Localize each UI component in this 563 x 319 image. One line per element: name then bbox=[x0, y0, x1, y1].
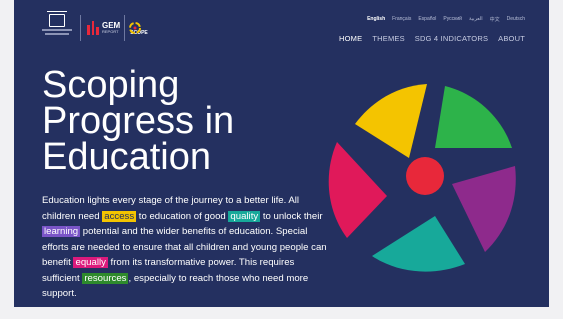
wheel-center-dot bbox=[406, 157, 444, 195]
scope-logo-icon bbox=[129, 22, 142, 34]
intro-text-2: to education of good bbox=[136, 210, 229, 222]
page-title: Scoping Progress in Education bbox=[42, 64, 292, 178]
gem-logo-icon bbox=[87, 21, 100, 35]
highlight-equally[interactable]: equally bbox=[73, 257, 108, 268]
highlight-quality[interactable]: quality bbox=[228, 210, 261, 222]
lang-arabic[interactable]: العربية bbox=[469, 16, 483, 23]
lang-russian[interactable]: Русский bbox=[443, 16, 462, 23]
wheel-segment-learning[interactable] bbox=[452, 166, 516, 252]
nav-home[interactable]: HOME bbox=[339, 34, 362, 43]
title-line-3: Education bbox=[42, 136, 212, 178]
wheel-segment-equally[interactable] bbox=[328, 142, 387, 238]
hero-banner: GEM REPORT SCOPE English Français Españo… bbox=[14, 0, 549, 307]
language-switcher: English Français Español Русский العربية… bbox=[367, 16, 525, 23]
logo-divider-2 bbox=[124, 15, 126, 41]
highlight-access[interactable]: access bbox=[102, 210, 137, 222]
highlight-resources[interactable]: resources bbox=[82, 272, 129, 284]
nav-themes[interactable]: THEMES bbox=[372, 34, 404, 43]
nav-sdg4-indicators[interactable]: SDG 4 INDICATORS bbox=[415, 34, 488, 43]
gem-logo[interactable]: GEM REPORT bbox=[102, 22, 120, 34]
lang-spanish[interactable]: Español bbox=[418, 16, 436, 23]
wheel-segment-resources[interactable] bbox=[435, 86, 512, 148]
intro-paragraph: Education lights every stage of the jour… bbox=[42, 193, 332, 302]
scope-wheel-graphic bbox=[328, 84, 516, 272]
lang-english[interactable]: English bbox=[367, 16, 385, 23]
title-line-2: Progress in bbox=[42, 100, 235, 142]
main-nav: HOME THEMES SDG 4 INDICATORS ABOUT bbox=[339, 34, 525, 43]
nav-about[interactable]: ABOUT bbox=[498, 34, 525, 43]
lang-chinese[interactable]: 中文 bbox=[490, 16, 500, 23]
wheel-segment-access[interactable] bbox=[355, 84, 427, 158]
unesco-logo[interactable] bbox=[40, 11, 74, 43]
logo-divider bbox=[80, 15, 81, 41]
lang-german[interactable]: Deutsch bbox=[507, 16, 525, 23]
highlight-learning[interactable]: learning bbox=[42, 226, 81, 237]
header-logos[interactable]: GEM REPORT SCOPE bbox=[40, 11, 148, 43]
wheel-segment-quality[interactable] bbox=[372, 216, 465, 272]
title-line-1: Scoping bbox=[42, 64, 180, 106]
intro-text-3: to unlock their bbox=[260, 210, 323, 222]
lang-french[interactable]: Français bbox=[392, 16, 411, 23]
gem-sublabel: REPORT bbox=[102, 29, 119, 34]
